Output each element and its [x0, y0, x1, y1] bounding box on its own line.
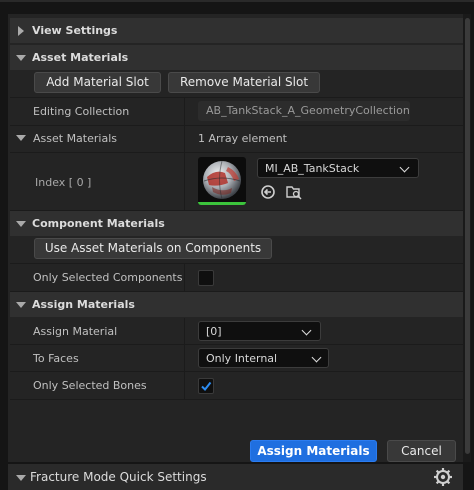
- asset-materials-array-label: Asset Materials: [33, 132, 117, 145]
- material-sphere-icon: [203, 160, 241, 200]
- assign-material-combo[interactable]: [0]: [198, 321, 321, 341]
- thumbnail-underline: [198, 202, 246, 205]
- material-thumbnail[interactable]: [198, 157, 246, 205]
- add-material-slot-button[interactable]: Add Material Slot: [34, 72, 161, 93]
- column-divider: [184, 153, 185, 210]
- section-view-settings[interactable]: View Settings: [10, 18, 463, 43]
- section-assign-materials[interactable]: Assign Materials: [10, 292, 463, 317]
- column-divider: [184, 126, 185, 152]
- expand-arrow-icon[interactable]: [18, 26, 24, 36]
- section-asset-materials[interactable]: Asset Materials: [10, 45, 463, 70]
- column-divider: [184, 345, 185, 371]
- chevron-down-icon: [399, 162, 410, 173]
- only-selected-components-label: Only Selected Components: [33, 271, 183, 284]
- window-top-edge: [0, 0, 474, 2]
- editing-collection-label: Editing Collection: [33, 105, 130, 118]
- only-selected-bones-label: Only Selected Bones: [33, 379, 147, 392]
- editing-collection-field: AB_TankStack_A_GeometryCollection: [198, 101, 410, 121]
- only-selected-bones-checkbox[interactable]: [198, 378, 214, 394]
- material-combo[interactable]: MI_AB_TankStack: [257, 158, 419, 178]
- gear-icon[interactable]: [433, 467, 453, 487]
- column-divider: [184, 372, 185, 399]
- assign-material-value: [0]: [206, 325, 222, 338]
- only-selected-components-checkbox[interactable]: [198, 270, 214, 286]
- to-faces-label: To Faces: [33, 352, 79, 365]
- assign-materials-button[interactable]: Assign Materials: [250, 440, 377, 462]
- use-asset-materials-button[interactable]: Use Asset Materials on Components: [34, 238, 272, 259]
- collapse-arrow-icon[interactable]: [16, 135, 26, 141]
- index-label: Index [ 0 ]: [35, 176, 92, 189]
- remove-material-slot-button[interactable]: Remove Material Slot: [168, 72, 320, 93]
- section-title: Assign Materials: [32, 298, 135, 311]
- chevron-down-icon: [301, 325, 312, 336]
- section-component-materials[interactable]: Component Materials: [10, 211, 463, 236]
- section-title: View Settings: [32, 24, 118, 37]
- scrollbar-thumb[interactable]: [465, 18, 470, 454]
- material-combo-value: MI_AB_TankStack: [265, 162, 360, 175]
- browse-asset-icon[interactable]: [286, 184, 302, 200]
- cancel-button[interactable]: Cancel: [387, 440, 456, 462]
- to-faces-combo[interactable]: Only Internal Faces: [198, 348, 329, 384]
- collapse-arrow-icon[interactable]: [16, 475, 26, 481]
- chevron-down-icon: [311, 352, 322, 363]
- assign-material-label: Assign Material: [33, 325, 118, 338]
- use-selected-asset-icon[interactable]: [260, 184, 276, 200]
- fracture-quick-settings-bar[interactable]: Fracture Mode Quick Settings: [8, 464, 463, 490]
- checkmark-icon: [201, 381, 212, 392]
- array-count-text: 1 Array element: [198, 132, 287, 145]
- column-divider: [184, 318, 185, 344]
- column-divider: [184, 264, 185, 291]
- section-title: Component Materials: [32, 217, 165, 230]
- collapse-arrow-icon[interactable]: [16, 302, 26, 308]
- column-divider: [184, 98, 185, 125]
- section-title: Asset Materials: [32, 51, 129, 64]
- collapse-arrow-icon[interactable]: [16, 221, 26, 227]
- quick-settings-title: Fracture Mode Quick Settings: [30, 470, 207, 484]
- collapse-arrow-icon[interactable]: [16, 55, 26, 61]
